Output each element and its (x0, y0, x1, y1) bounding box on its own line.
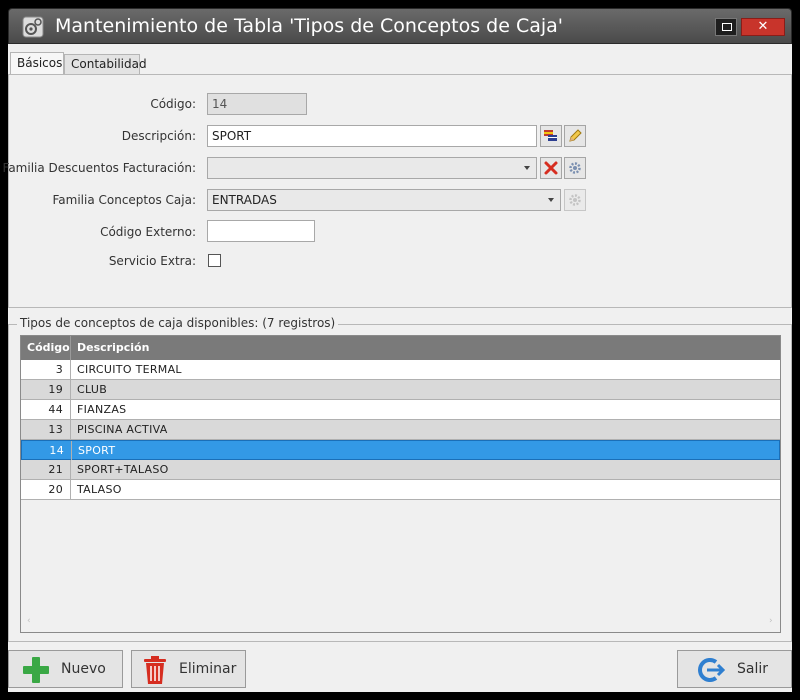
tab-contabilidad[interactable]: Contabilidad (64, 54, 147, 74)
familia-descuentos-label: Familia Descuentos Facturación: (2, 161, 196, 175)
eliminar-label: Eliminar (179, 661, 237, 677)
cell-descripcion: SPORT+TALASO (77, 463, 169, 476)
scroll-left-icon[interactable]: ‹ (27, 616, 31, 626)
trash-icon (144, 656, 166, 684)
maintain-conceptos-button[interactable] (564, 189, 586, 211)
table-row[interactable]: 13 PISCINA ACTIVA (21, 420, 780, 440)
codigo-label: Código: (150, 97, 196, 111)
salir-button[interactable]: Salir (677, 650, 792, 688)
maintain-familia-button[interactable] (564, 157, 586, 179)
nuevo-button[interactable]: Nuevo (8, 650, 123, 688)
table-row[interactable]: 19 CLUB (21, 380, 780, 400)
basic-form-panel: Código: 14 Descripción: SPORT Familia De… (3, 74, 792, 308)
descripcion-field[interactable]: SPORT (207, 125, 537, 147)
translate-button[interactable] (540, 125, 562, 147)
descripcion-label: Descripción: (121, 129, 196, 143)
delete-x-icon (544, 161, 558, 175)
cell-descripcion: TALASO (77, 483, 122, 496)
exit-icon (698, 658, 726, 682)
cell-codigo: 21 (21, 460, 71, 479)
eliminar-button[interactable]: Eliminar (131, 650, 246, 688)
familia-conceptos-label: Familia Conceptos Caja: (52, 193, 196, 207)
app-settings-icon (22, 16, 44, 38)
edit-button[interactable] (564, 125, 586, 147)
close-button[interactable]: ✕ (741, 18, 785, 36)
cell-descripcion: PISCINA ACTIVA (77, 423, 168, 436)
cell-codigo: 19 (21, 380, 71, 399)
table-row[interactable]: 20 TALASO (21, 480, 780, 500)
scroll-right-icon[interactable]: › (769, 616, 773, 626)
table-row[interactable]: 14 SPORT (21, 440, 780, 460)
salir-label: Salir (737, 661, 769, 677)
nuevo-label: Nuevo (61, 661, 106, 677)
codigo-externo-field[interactable] (207, 220, 315, 242)
cell-descripcion: CLUB (77, 383, 108, 396)
table-row[interactable]: 44 FIANZAS (21, 400, 780, 420)
table-row[interactable]: 3 CIRCUITO TERMAL (21, 360, 780, 380)
grid-caption: Tipos de conceptos de caja disponibles: … (17, 316, 339, 330)
conceptos-grid[interactable]: Código Descripción 3 CIRCUITO TERMAL 19 CLU… (20, 335, 781, 633)
plus-icon (23, 657, 49, 683)
gear-icon (569, 194, 581, 206)
window-title: Mantenimiento de Tabla 'Tipos de Concept… (55, 15, 564, 37)
cell-codigo: 14 (22, 441, 72, 460)
window: Mantenimiento de Tabla 'Tipos de Concept… (0, 0, 800, 700)
title-bar: Mantenimiento de Tabla 'Tipos de Concept… (8, 8, 792, 44)
column-header-descripcion[interactable]: Descripción (71, 336, 149, 360)
cell-codigo: 20 (21, 480, 71, 499)
clear-familia-button[interactable] (540, 157, 562, 179)
servicio-extra-label: Servicio Extra: (108, 254, 196, 268)
client-area: Básicos Contabilidad Código: 14 Descripc… (3, 44, 792, 692)
conceptos-groupbox: Tipos de conceptos de caja disponibles: … (8, 316, 792, 642)
familia-conceptos-select[interactable]: ENTRADAS (207, 189, 561, 211)
column-header-codigo[interactable]: Código (21, 336, 71, 360)
grid-header: Código Descripción (21, 336, 780, 360)
cell-descripcion: FIANZAS (77, 403, 127, 416)
cell-descripcion: CIRCUITO TERMAL (77, 363, 182, 376)
codigo-field[interactable]: 14 (207, 93, 307, 115)
familia-descuentos-select[interactable] (207, 157, 537, 179)
gear-icon (569, 162, 581, 174)
cell-codigo: 3 (21, 360, 71, 379)
tab-basicos[interactable]: Básicos (10, 52, 64, 74)
maximize-button[interactable] (715, 18, 737, 36)
table-row[interactable]: 21 SPORT+TALASO (21, 460, 780, 480)
flags-icon (544, 130, 557, 141)
cell-descripcion: SPORT (78, 444, 116, 457)
cell-codigo: 13 (21, 420, 71, 439)
servicio-extra-checkbox[interactable] (208, 254, 221, 267)
codigo-externo-label: Código Externo: (100, 225, 196, 239)
pencil-icon (569, 129, 582, 142)
cell-codigo: 44 (21, 400, 71, 419)
